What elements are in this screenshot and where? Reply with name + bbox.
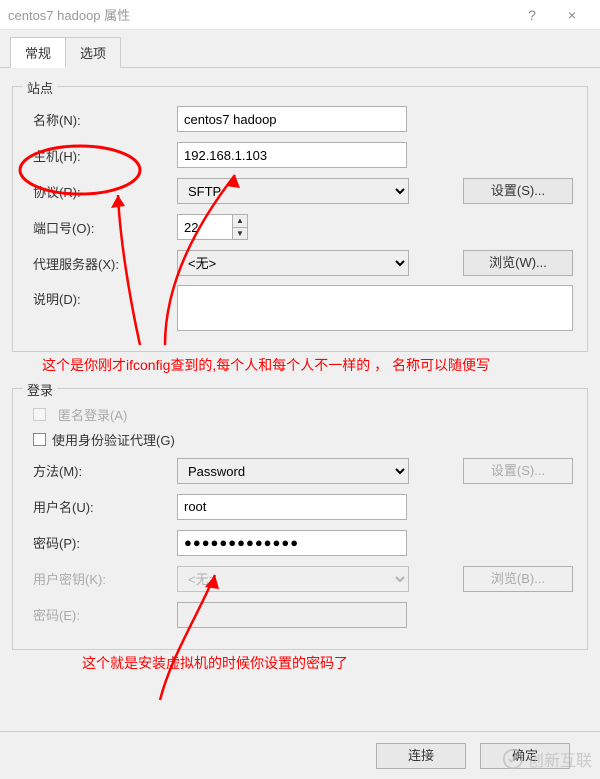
pass-input[interactable]	[177, 530, 407, 556]
tabs: 常规 选项	[0, 30, 600, 68]
watermark-icon	[502, 748, 524, 770]
watermark: 创新互联	[502, 747, 592, 771]
port-down-icon[interactable]: ▼	[233, 228, 247, 240]
window-title: centos7 hadoop 属性	[8, 5, 512, 24]
method-select[interactable]: Password	[177, 458, 409, 484]
anon-label: 匿名登录(A)	[52, 405, 127, 424]
protocol-label: 协议(R):	[27, 182, 177, 201]
userkey-label: 用户密钥(K):	[27, 569, 177, 588]
host-label: 主机(H):	[27, 146, 177, 165]
port-spinner[interactable]: ▲ ▼	[177, 214, 248, 240]
protocol-settings-button[interactable]: 设置(S)...	[463, 178, 573, 204]
annotation-password: 这个就是安装虚拟机的时候你设置的密码了	[12, 650, 588, 682]
port-up-icon[interactable]: ▲	[233, 215, 247, 228]
titlebar: centos7 hadoop 属性 ? ×	[0, 0, 600, 30]
protocol-select[interactable]: SFTP	[177, 178, 409, 204]
close-button[interactable]: ×	[552, 0, 592, 30]
port-label: 端口号(O):	[27, 218, 177, 237]
method-label: 方法(M):	[27, 461, 177, 480]
name-label: 名称(N):	[27, 110, 177, 129]
connect-button[interactable]: 连接	[376, 743, 466, 769]
group-login-title: 登录	[23, 380, 57, 399]
group-login: 登录 匿名登录(A) 使用身份验证代理(G) 方法(M): Password 设…	[12, 388, 588, 650]
userkey-browse-button: 浏览(B)...	[463, 566, 573, 592]
group-site: 站点 名称(N): 主机(H): 协议(R): SFTP 设置(S)... 端口…	[12, 86, 588, 352]
method-settings-button: 设置(S)...	[463, 458, 573, 484]
tab-options[interactable]: 选项	[65, 37, 121, 68]
passphrase-label: 密码(E):	[27, 605, 177, 624]
pass-label: 密码(P):	[27, 533, 177, 552]
user-input[interactable]	[177, 494, 407, 520]
useproxy-label: 使用身份验证代理(G)	[52, 430, 175, 449]
help-button[interactable]: ?	[512, 0, 552, 30]
useproxy-checkbox[interactable]	[33, 433, 46, 446]
passphrase-input	[177, 602, 407, 628]
group-site-title: 站点	[23, 78, 57, 97]
desc-label: 说明(D):	[27, 285, 177, 308]
name-input[interactable]	[177, 106, 407, 132]
host-input[interactable]	[177, 142, 407, 168]
tab-general[interactable]: 常规	[10, 37, 66, 68]
port-input[interactable]	[177, 214, 233, 240]
watermark-text: 创新互联	[528, 747, 592, 771]
anon-checkbox	[33, 408, 46, 421]
annotation-host: 这个是你刚才ifconfig查到的,每个人和每个人不一样的 ， 名称可以随便写	[12, 352, 588, 384]
user-label: 用户名(U):	[27, 497, 177, 516]
proxy-browse-button[interactable]: 浏览(W)...	[463, 250, 573, 276]
proxy-label: 代理服务器(X):	[27, 254, 177, 273]
proxy-select[interactable]: <无>	[177, 250, 409, 276]
userkey-select: <无>	[177, 566, 409, 592]
desc-textarea[interactable]	[177, 285, 573, 331]
